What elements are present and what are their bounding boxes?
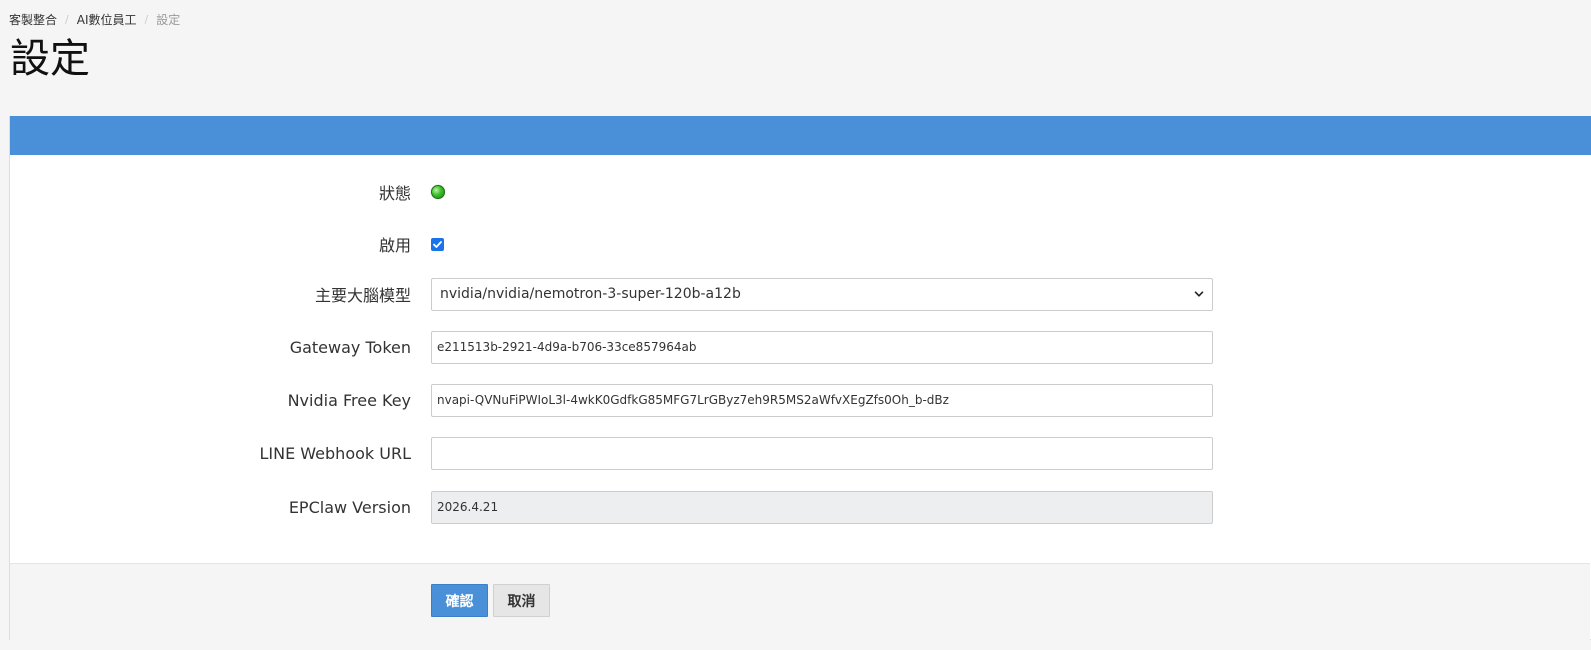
model-label: 主要大腦模型 xyxy=(314,286,411,305)
gateway-token-input[interactable]: e211513b-2921-4d9a-b706-33ce857964ab xyxy=(431,330,1213,364)
breadcrumb-item-custom-integration[interactable]: 客製整合 xyxy=(9,12,57,28)
checkmark-icon xyxy=(433,240,442,248)
gateway-token-label: Gateway Token xyxy=(289,337,411,357)
breadcrumb-item-settings: 設定 xyxy=(156,13,181,27)
status-label: 狀態 xyxy=(378,184,411,203)
breadcrumb-separator: / xyxy=(65,13,69,26)
enabled-label: 啟用 xyxy=(378,236,411,255)
panel-header xyxy=(10,116,1591,155)
breadcrumb-item-ai-employee[interactable]: AI數位員工 xyxy=(77,12,137,28)
form-row-nvidia-key: Nvidia Free Key nvapi-QVNuFiPWIoL3l-4wkK… xyxy=(10,383,1590,417)
enabled-checkbox[interactable] xyxy=(431,237,444,251)
cancel-button[interactable]: 取消 xyxy=(493,584,550,617)
form-row-version: EPClaw Version 2026.4.21 xyxy=(10,490,1590,524)
nvidia-key-value: nvapi-QVNuFiPWIoL3l-4wkK0GdfkG85MFG7LrGB… xyxy=(437,393,949,407)
line-webhook-input[interactable] xyxy=(431,436,1213,470)
gateway-token-control: e211513b-2921-4d9a-b706-33ce857964ab xyxy=(431,330,1213,364)
version-control: 2026.4.21 xyxy=(431,490,1213,524)
line-webhook-control xyxy=(431,436,1213,470)
enabled-control xyxy=(431,227,444,261)
model-select-value: nvidia/nvidia/nemotron-3-super-120b-a12b xyxy=(440,286,741,302)
status-control xyxy=(431,175,445,209)
chevron-down-icon xyxy=(1194,291,1204,297)
form-row-model: 主要大腦模型 nvidia/nvidia/nemotron-3-super-12… xyxy=(10,277,1590,311)
form-footer: 確認 取消 xyxy=(10,563,1590,640)
gateway-token-value: e211513b-2921-4d9a-b706-33ce857964ab xyxy=(437,340,697,354)
breadcrumb-separator: / xyxy=(144,13,149,26)
model-control: nvidia/nvidia/nemotron-3-super-120b-a12b xyxy=(431,277,1213,311)
settings-panel: 狀態 啟用 主要大腦模型 nvidia/nvidia/nemotron-3-su… xyxy=(9,116,1591,640)
form-row-enabled: 啟用 xyxy=(10,227,1590,261)
model-select[interactable]: nvidia/nvidia/nemotron-3-super-120b-a12b xyxy=(431,277,1213,311)
version-input: 2026.4.21 xyxy=(431,490,1213,524)
form-row-status: 狀態 xyxy=(10,175,1590,209)
status-indicator-icon xyxy=(431,185,445,199)
version-label: EPClaw Version xyxy=(288,497,411,517)
breadcrumb: 客製整合 / AI數位員工 / 設定 xyxy=(9,12,180,28)
confirm-button[interactable]: 確認 xyxy=(431,584,488,617)
line-webhook-label: LINE Webhook URL xyxy=(259,443,412,463)
page-title: 設定 xyxy=(10,36,90,82)
nvidia-key-control: nvapi-QVNuFiPWIoL3l-4wkK0GdfkG85MFG7LrGB… xyxy=(431,383,1213,417)
form-row-gateway-token: Gateway Token e211513b-2921-4d9a-b706-33… xyxy=(10,330,1590,364)
nvidia-key-label: Nvidia Free Key xyxy=(287,390,411,410)
form-row-line-webhook: LINE Webhook URL xyxy=(10,436,1590,470)
version-value: 2026.4.21 xyxy=(437,500,499,514)
nvidia-key-input[interactable]: nvapi-QVNuFiPWIoL3l-4wkK0GdfkG85MFG7LrGB… xyxy=(431,383,1213,417)
